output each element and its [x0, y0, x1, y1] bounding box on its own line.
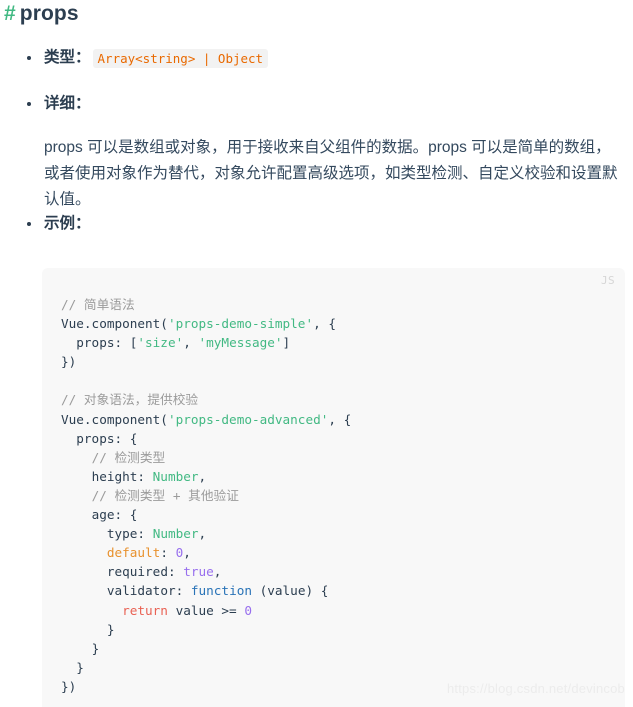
code-block: JS // 简单语法 Vue.component('props-demo-sim…: [42, 268, 625, 707]
code-token: }: [106, 621, 115, 637]
code-token: ]: [282, 335, 291, 351]
bullet-dot-icon: [27, 102, 31, 107]
page-title: # props: [4, 0, 79, 28]
type-value-code: Array<string> | Object: [92, 48, 269, 68]
code-token: validator:: [106, 583, 191, 599]
watermark-text: https://blog.csdn.net/devincob: [446, 681, 625, 696]
code-token: default: [106, 545, 161, 561]
code-token: function: [190, 583, 252, 599]
code-token: , {: [328, 411, 352, 427]
code-token: Number: [152, 526, 199, 542]
page-title-text: props: [19, 2, 79, 25]
code-token: ,: [183, 335, 199, 351]
code-token: ,: [213, 564, 222, 580]
code-token: }): [61, 678, 77, 694]
code-token: Vue.component(: [61, 316, 168, 332]
code-token: return: [122, 602, 168, 618]
code-token: props: [: [76, 335, 138, 351]
code-token: }: [91, 640, 100, 656]
code-token: height:: [91, 468, 153, 484]
code-token: ,: [183, 545, 191, 561]
code-token: ,: [198, 468, 207, 484]
code-token: type:: [106, 526, 153, 542]
type-label: 类型：: [44, 49, 91, 66]
code-token: , {: [313, 316, 337, 332]
heading-hash-icon: #: [4, 2, 16, 25]
code-language-label: JS: [600, 274, 615, 287]
code-token: 'props-demo-simple': [167, 316, 314, 332]
document-page: # props 类型： Array<string> | Object 详细： 示例：…: [0, 0, 633, 707]
code-token: 0: [244, 602, 252, 618]
code-token: Number: [152, 468, 199, 484]
code-token: :: [160, 545, 176, 561]
code-token: // 对象语法，提供校验: [61, 392, 199, 408]
example-label: 示例：: [44, 215, 91, 233]
detail-label: 详细：: [44, 95, 91, 113]
code-token: Vue.component(: [61, 411, 168, 427]
code-token: props: {: [76, 430, 138, 446]
code-token: true: [183, 564, 214, 580]
code-token: }: [76, 659, 84, 675]
list-item-type: 类型： Array<string> | Object: [0, 47, 633, 69]
code-token: // 检测类型: [91, 449, 166, 465]
code-token: // 简单语法: [61, 297, 135, 312]
list-item-detail: 详细：: [0, 93, 633, 115]
bullet-dot-icon: [27, 222, 31, 227]
code-token: ,: [198, 526, 207, 542]
code-token: 'myMessage': [198, 335, 283, 351]
code-content[interactable]: // 简单语法 Vue.component('props-demo-simple…: [42, 268, 625, 707]
bullet-dot-icon: [27, 56, 31, 60]
code-token: required:: [106, 564, 184, 580]
code-token: 'props-demo-advanced': [167, 411, 329, 427]
code-token: 'size': [137, 335, 184, 351]
code-token: }): [61, 354, 77, 370]
code-token: age: {: [91, 507, 138, 523]
code-token: (value) {: [251, 583, 329, 599]
list-item-example: 示例：: [0, 213, 633, 235]
detail-paragraph: props 可以是数组或对象，用于接收来自父组件的数据。props 可以是简单的…: [44, 139, 618, 208]
code-token: // 检测类型 + 其他验证: [91, 487, 239, 503]
code-token: value >=: [167, 602, 245, 618]
